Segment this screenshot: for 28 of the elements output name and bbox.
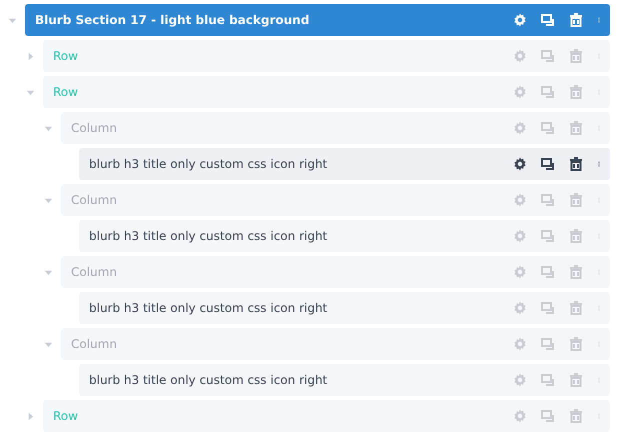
layer-label: Row bbox=[53, 409, 79, 423]
layer-item[interactable]: Blurb Section 17 - light blue background bbox=[25, 4, 610, 36]
layer-label: Column bbox=[71, 121, 118, 135]
duplicate-icon[interactable] bbox=[540, 12, 556, 28]
duplicate-icon[interactable] bbox=[540, 156, 556, 172]
collapse-icon[interactable] bbox=[44, 268, 53, 276]
layer-item[interactable]: blurb h3 title only custom css icon right bbox=[79, 148, 610, 180]
layer-label: Row bbox=[53, 85, 79, 99]
layer-label: Column bbox=[71, 193, 118, 207]
collapse-icon[interactable] bbox=[44, 340, 53, 348]
layer-label: blurb h3 title only custom css icon right bbox=[89, 373, 328, 387]
layer-label: Column bbox=[71, 337, 118, 351]
layer-label: Column bbox=[71, 265, 118, 279]
layer-label: blurb h3 title only custom css icon right bbox=[89, 229, 328, 243]
expand-icon[interactable] bbox=[26, 52, 35, 60]
collapse-icon[interactable] bbox=[44, 196, 53, 204]
trash-icon[interactable] bbox=[568, 156, 584, 172]
settings-icon[interactable] bbox=[512, 156, 528, 172]
collapse-icon[interactable] bbox=[26, 88, 35, 96]
layer-label: blurb h3 title only custom css icon right bbox=[89, 301, 328, 315]
layer-label: blurb h3 title only custom css icon right bbox=[89, 157, 328, 171]
collapse-icon[interactable] bbox=[8, 16, 17, 24]
expand-icon[interactable] bbox=[26, 412, 35, 420]
settings-icon[interactable] bbox=[512, 12, 528, 28]
collapse-icon[interactable] bbox=[44, 124, 53, 132]
layer-label: Row bbox=[53, 49, 79, 63]
trash-icon[interactable] bbox=[568, 12, 584, 28]
layer-label: Blurb Section 17 - light blue background bbox=[35, 13, 310, 27]
